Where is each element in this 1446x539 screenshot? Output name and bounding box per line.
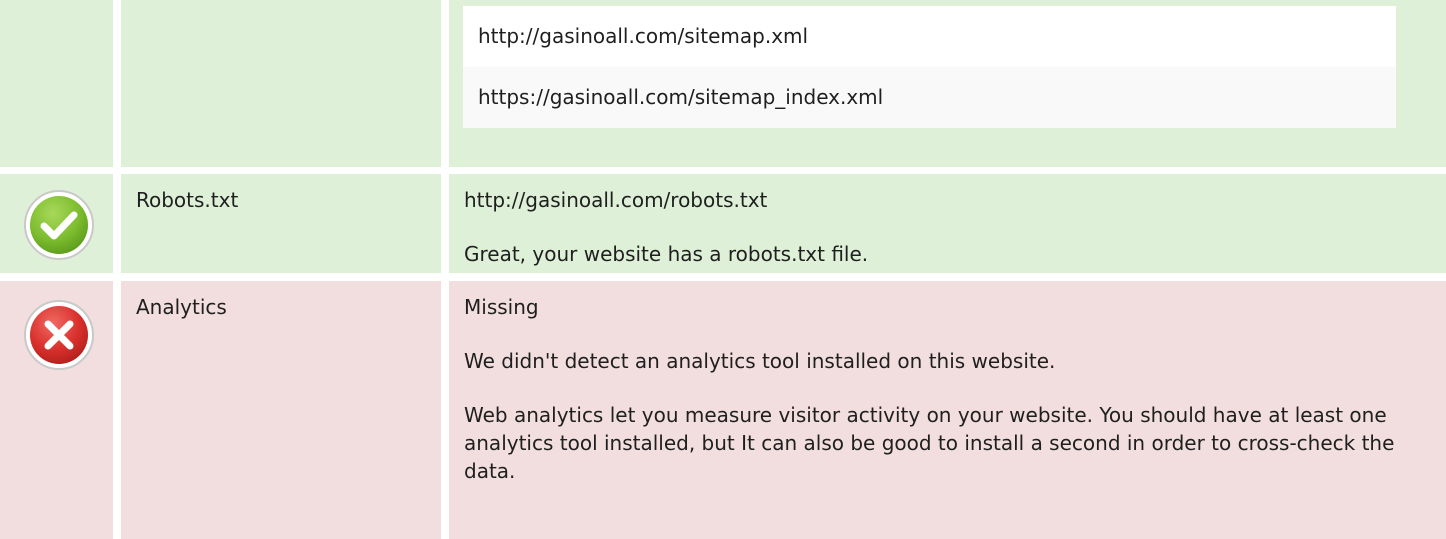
seo-report-table: http://gasinoall.com/sitemap.xml https:/… [0, 0, 1446, 539]
analytics-value-cell: Missing We didn't detect an analytics to… [449, 281, 1446, 539]
analytics-row: Analytics Missing We didn't detect an an… [0, 281, 1446, 539]
sitemap-status-cell [0, 0, 113, 167]
analytics-status-cell [0, 281, 113, 539]
cross-icon [24, 300, 94, 370]
sitemap-value-cell: http://gasinoall.com/sitemap.xml https:/… [449, 0, 1446, 167]
sitemap-label-cell [121, 0, 441, 167]
sitemap-item: https://gasinoall.com/sitemap_index.xml [463, 67, 1396, 128]
analytics-label-cell: Analytics [121, 281, 441, 539]
analytics-label: Analytics [136, 295, 227, 319]
sitemap-list: http://gasinoall.com/sitemap.xml https:/… [463, 6, 1396, 128]
check-icon [24, 190, 94, 260]
robots-row: Robots.txt http://gasinoall.com/robots.t… [0, 174, 1446, 273]
sitemap-item: http://gasinoall.com/sitemap.xml [463, 6, 1396, 67]
robots-value-cell: http://gasinoall.com/robots.txt Great, y… [449, 174, 1446, 273]
sitemap-row: http://gasinoall.com/sitemap.xml https:/… [0, 0, 1446, 167]
analytics-advice: Web analytics let you measure visitor ac… [464, 403, 1395, 483]
robots-label-cell: Robots.txt [121, 174, 441, 273]
robots-label: Robots.txt [136, 188, 239, 212]
analytics-message: We didn't detect an analytics tool insta… [464, 349, 1056, 373]
robots-url: http://gasinoall.com/robots.txt [464, 188, 768, 212]
robots-status-cell [0, 174, 113, 273]
robots-message: Great, your website has a robots.txt fil… [464, 242, 869, 266]
analytics-status-text: Missing [464, 295, 539, 319]
